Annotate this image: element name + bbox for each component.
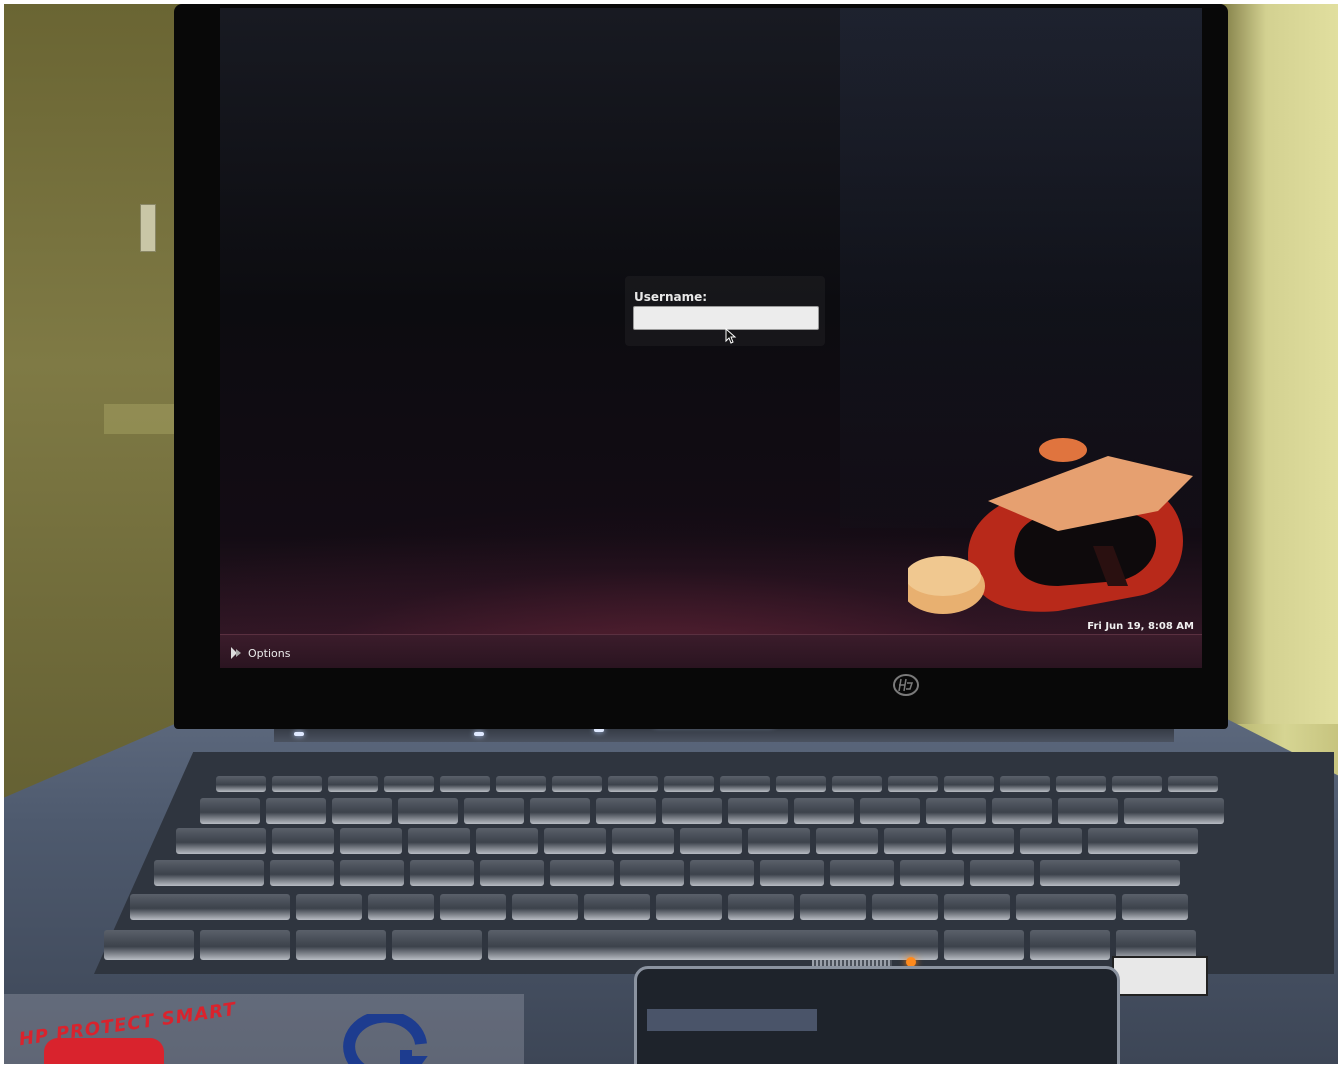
wall-highlight	[104, 404, 184, 434]
ubuntu-logo	[908, 438, 1193, 614]
screen-bezel: Username: Fri Jun 19, 8:08 AM Options	[174, 4, 1228, 729]
options-icon	[231, 647, 241, 659]
key-row	[216, 776, 1218, 792]
indicator-led	[474, 732, 484, 736]
g-logo-icon	[343, 1014, 428, 1064]
clock: Fri Jun 19, 8:08 AM	[1087, 621, 1194, 632]
indicator-led	[294, 732, 304, 736]
bottom-panel: Options	[220, 634, 1202, 668]
energy-sticker	[1112, 956, 1208, 996]
door-hinge	[140, 204, 156, 252]
login-screen: Username: Fri Jun 19, 8:08 AM Options	[220, 8, 1202, 668]
key-row	[104, 930, 1196, 960]
mouse-cursor-icon	[725, 328, 737, 344]
wall-right	[1218, 4, 1338, 724]
options-button[interactable]: Options	[228, 643, 290, 663]
laptop-photo: HP PROTECT SMART Username: Fri Jun 19, 8…	[4, 4, 1338, 1064]
username-input[interactable]	[633, 306, 819, 330]
hp-logo	[893, 674, 919, 696]
username-label: Username:	[634, 290, 708, 304]
touchpad	[634, 966, 1120, 1064]
key-row	[154, 860, 1180, 886]
key-row	[176, 828, 1198, 854]
options-label: Options	[248, 646, 291, 660]
key-row	[200, 798, 1224, 824]
touchpad-reflection	[647, 1009, 817, 1031]
key-row	[130, 894, 1188, 920]
